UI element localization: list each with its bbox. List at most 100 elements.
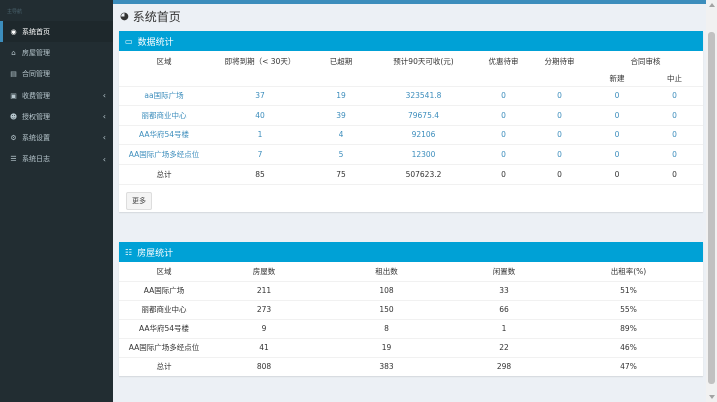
total-value: 85 [209, 163, 311, 184]
sidebar-item-label: 房屋管理 [22, 48, 50, 57]
col-expected: 预计90天可收(元) [393, 57, 454, 66]
stats-footer: 更多 [119, 183, 703, 212]
expected-link[interactable]: 12300 [371, 144, 476, 164]
rented-cell: 108 [319, 280, 454, 300]
count-cell: 9 [209, 318, 319, 338]
area-cell: AA国际广场多经点位 [119, 337, 209, 357]
new-link[interactable]: 0 [588, 85, 646, 106]
gears-icon: ⚙ [10, 134, 17, 143]
total-row: 总计 808 383 298 47% [119, 356, 703, 376]
col-new: 新建 [609, 74, 625, 84]
area-link[interactable]: AA华府54号楼 [119, 124, 209, 145]
vertical-scrollbar[interactable] [706, 0, 717, 402]
stats-panel-header: ▭ 数据统计 [119, 31, 703, 51]
expected-link[interactable]: 323541.8 [371, 85, 476, 106]
housing-panel-title: 房屋统计 [137, 248, 174, 259]
area-cell: 丽都商业中心 [119, 299, 209, 319]
expired-link[interactable]: 19 [311, 85, 371, 106]
scroll-down-icon[interactable] [709, 395, 715, 399]
discount-link[interactable]: 0 [476, 124, 531, 145]
col-stop: 中止 [667, 74, 682, 84]
sidebar-item-label: 收费管理 [22, 91, 50, 100]
sidebar: 主导航 ◉ 系统首页 ⌂ 房屋管理 ▤ 合同管理 ▣ 收费管理 ‹ ☻ 授权管理… [0, 0, 113, 402]
discount-link[interactable]: 0 [476, 105, 531, 125]
new-link[interactable]: 0 [588, 105, 646, 125]
count-cell: 41 [209, 337, 319, 357]
installment-link[interactable]: 0 [531, 144, 588, 164]
table-row: AA华府54号楼 1 4 92106 0 0 0 0 [119, 124, 703, 145]
expired-link[interactable]: 4 [311, 124, 371, 145]
new-link[interactable]: 0 [588, 144, 646, 164]
housing-panel: ☷ 房屋统计 区域 房屋数 租出数 闲置数 出租率(%) AA国际广场 211 [119, 242, 703, 376]
chevron-left-icon: ‹ [102, 112, 106, 122]
total-label: 总计 [119, 163, 209, 184]
home-icon: ⌂ [11, 48, 16, 57]
scrollbar-thumb[interactable] [708, 32, 715, 384]
area-link[interactable]: aa国际广场 [119, 85, 209, 106]
table-row: aa国际广场 37 19 323541.8 0 0 0 0 [119, 85, 703, 106]
table-row: 丽都商业中心 273 150 66 55% [119, 299, 703, 319]
sidebar-item-housing[interactable]: ⌂ 房屋管理 [0, 42, 113, 63]
table-row: AA华府54号楼 9 8 1 89% [119, 318, 703, 338]
stop-link[interactable]: 0 [646, 85, 703, 106]
housing-table: 区域 房屋数 租出数 闲置数 出租率(%) AA国际广场 211 108 33 … [119, 262, 703, 376]
money-icon: ▣ [10, 91, 17, 100]
total-row: 总计 85 75 507623.2 0 0 0 0 [119, 163, 703, 184]
sidebar-item-label: 系统设置 [22, 134, 50, 143]
page-title-text: 系统首页 [132, 10, 181, 24]
users-icon: ☻ [9, 112, 18, 121]
expired-link[interactable]: 39 [311, 105, 371, 125]
discount-link[interactable]: 0 [476, 85, 531, 106]
sidebar-item-home[interactable]: ◉ 系统首页 [0, 21, 113, 43]
discount-link[interactable]: 0 [476, 144, 531, 164]
idle-cell: 22 [454, 337, 554, 357]
expiring-link[interactable]: 40 [209, 105, 311, 125]
idle-cell: 33 [454, 280, 554, 300]
sidebar-header: 主导航 [7, 9, 23, 15]
expiring-link[interactable]: 1 [209, 124, 311, 145]
col-contract: 合同审核 [630, 57, 661, 66]
expected-link[interactable]: 92106 [371, 124, 476, 145]
area-cell: AA国际广场 [119, 280, 209, 300]
sidebar-item-billing[interactable]: ▣ 收费管理 ‹ [0, 85, 113, 106]
more-button[interactable]: 更多 [126, 191, 152, 210]
sidebar-item-label: 合同管理 [22, 70, 50, 79]
sidebar-item-label: 授权管理 [22, 112, 50, 121]
table-row: AA国际广场多经点位 7 5 12300 0 0 0 0 [119, 144, 703, 164]
dashboard-icon: ◉ [10, 27, 17, 36]
rented-cell: 8 [319, 318, 454, 338]
total-value: 0 [476, 163, 531, 184]
sidebar-item-logs[interactable]: ☰ 系统日志 ‹ [0, 149, 113, 170]
main-content: ◕ 系统首页 ▭ 数据统计 区域 即将到期（< 30天） 已超期 预计90天可收… [113, 0, 706, 402]
stop-link[interactable]: 0 [646, 144, 703, 164]
chevron-left-icon: ‹ [102, 90, 106, 100]
table-row: AA国际广场 211 108 33 51% [119, 280, 703, 300]
installment-link[interactable]: 0 [531, 124, 588, 145]
stats-panel-title: 数据统计 [137, 37, 174, 48]
expiring-link[interactable]: 37 [209, 85, 311, 106]
expiring-link[interactable]: 7 [209, 144, 311, 164]
expired-link[interactable]: 5 [311, 144, 371, 164]
sidebar-item-auth[interactable]: ☻ 授权管理 ‹ [0, 106, 113, 127]
installment-link[interactable]: 0 [531, 85, 588, 106]
stats-panel: ▭ 数据统计 区域 即将到期（< 30天） 已超期 预计90天可收(元) 优惠待… [119, 31, 703, 212]
rate-cell: 89% [554, 318, 703, 338]
table-row: 丽都商业中心 40 39 79675.4 0 0 0 0 [119, 105, 703, 125]
rented-cell: 19 [319, 337, 454, 357]
stop-link[interactable]: 0 [646, 124, 703, 145]
installment-link[interactable]: 0 [531, 105, 588, 125]
new-link[interactable]: 0 [588, 124, 646, 145]
dashboard-icon: ◕ [120, 11, 129, 22]
area-link[interactable]: AA国际广场多经点位 [119, 144, 209, 164]
total-value: 808 [209, 356, 319, 376]
idle-cell: 1 [454, 318, 554, 338]
expected-link[interactable]: 79675.4 [371, 105, 476, 125]
rate-cell: 51% [554, 280, 703, 300]
rented-cell: 150 [319, 299, 454, 319]
area-link[interactable]: 丽都商业中心 [119, 105, 209, 125]
sidebar-item-contracts[interactable]: ▤ 合同管理 [0, 64, 113, 85]
scroll-up-icon[interactable] [709, 3, 715, 7]
sidebar-item-settings[interactable]: ⚙ 系统设置 ‹ [0, 127, 113, 148]
stop-link[interactable]: 0 [646, 105, 703, 125]
col-area: 区域 [156, 266, 172, 276]
